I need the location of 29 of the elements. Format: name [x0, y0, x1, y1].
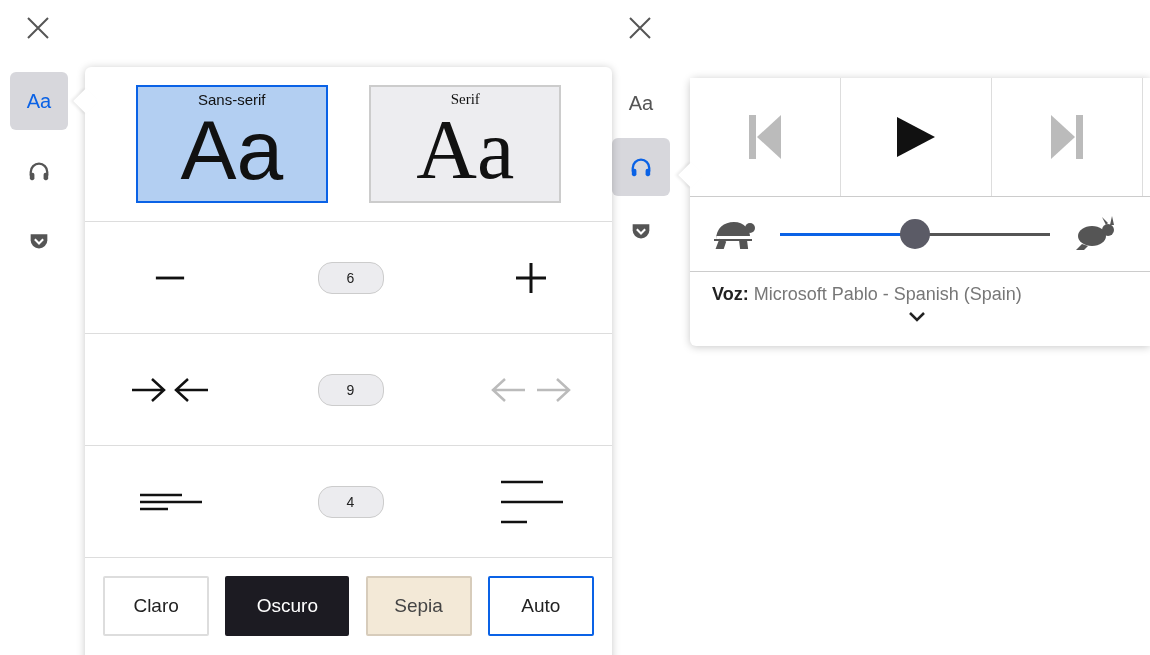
close-icon[interactable] — [628, 16, 652, 40]
headphones-icon — [630, 156, 652, 178]
text-settings-tab[interactable]: Aa — [10, 72, 68, 130]
dark-theme-button[interactable]: Oscuro — [225, 576, 350, 636]
pocket-icon — [631, 221, 651, 241]
text-settings-tab[interactable]: Aa — [612, 74, 670, 132]
light-theme-button[interactable]: Claro — [103, 576, 210, 636]
skip-forward-icon — [1051, 115, 1083, 159]
slider-thumb[interactable] — [900, 219, 930, 249]
wide-lines-icon — [499, 478, 563, 525]
value-badge: 6 — [317, 261, 384, 294]
sepia-theme-button[interactable]: Sepia — [365, 576, 472, 636]
pocket-icon — [29, 231, 49, 251]
sans-serif-font-button[interactable]: Sans-serif Aa — [135, 85, 328, 203]
voice-selector[interactable]: Voz: Microsoft Pablo - Spanish (Spain) — [712, 284, 1022, 305]
speed-slider[interactable] — [780, 219, 1050, 249]
plus-icon — [514, 260, 548, 295]
headphones-tab[interactable] — [612, 138, 670, 196]
value-badge: 9 — [317, 373, 384, 406]
serif-font-button[interactable]: Serif Aa — [369, 85, 562, 203]
minus-icon — [154, 275, 186, 280]
value-badge: 4 — [317, 485, 384, 518]
close-icon[interactable] — [26, 16, 50, 40]
auto-theme-button[interactable]: Auto — [487, 576, 594, 636]
chevron-down-icon[interactable] — [908, 311, 926, 323]
skip-back-icon — [749, 115, 781, 159]
headphones-icon — [28, 160, 50, 182]
play-button[interactable] — [841, 78, 992, 196]
play-icon — [897, 117, 935, 157]
